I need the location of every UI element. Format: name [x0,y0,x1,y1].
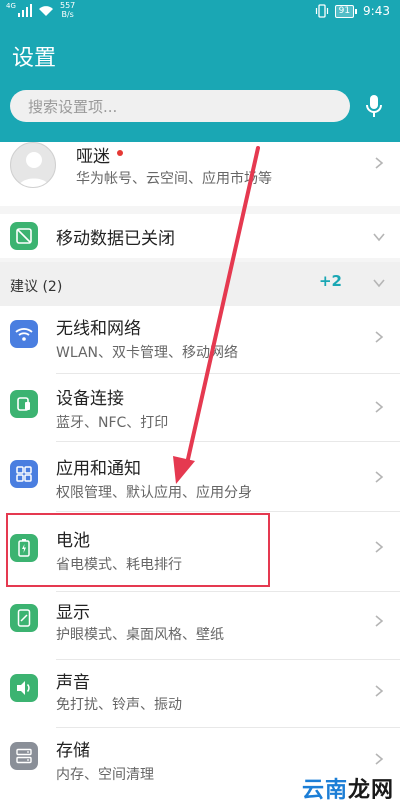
network-speed: 557 B/s [60,1,76,19]
chevron-right-icon [375,615,384,627]
mic-icon[interactable] [362,93,386,119]
account-name: 哑迷 [76,147,110,167]
suggestions-count: +2 [318,272,342,290]
vibrate-icon [315,4,328,18]
item-subtitle: 内存、空间清理 [56,767,154,783]
header: 设置 搜索设置项... [0,24,400,142]
sound-icon [10,674,38,702]
chevron-right-icon [375,157,384,169]
avatar-placeholder-icon [18,152,50,187]
wifi-status-icon [38,6,53,16]
chevron-right-icon [375,541,384,553]
chevron-down-icon [373,279,385,288]
settings-item-device-connection[interactable]: 设备连接 蓝牙、NFC、打印 [0,374,400,442]
watermark-logo: 云南龙网 [301,778,394,803]
notification-dot [117,150,123,156]
item-title: 设备连接 [56,389,124,409]
chevron-right-icon [375,401,384,413]
mobile-data-row[interactable]: 移动数据已关闭 [0,214,400,258]
settings-item-apps-notifications[interactable]: 应用和通知 权限管理、默认应用、应用分身 [0,442,400,512]
item-title: 无线和网络 [56,319,141,339]
storage-icon [10,742,38,770]
chevron-right-icon [375,471,384,483]
battery-icon [10,534,38,562]
clock: 9:43 [363,4,390,18]
suggestions-header[interactable]: 建议 (2) +2 [0,262,400,306]
display-icon [10,604,38,632]
chevron-right-icon [375,685,384,697]
status-bar: 4G 557 B/s 91 9:43 [0,0,400,24]
battery-status-icon: 91 [334,4,358,18]
settings-item-battery[interactable]: 电池 省电模式、耗电排行 [0,512,400,592]
apps-grid-icon [10,460,38,488]
chevron-down-icon [373,233,385,242]
item-subtitle: WLAN、双卡管理、移动网络 [56,345,239,361]
item-title: 存储 [56,741,90,761]
mobile-data-icon [10,222,38,250]
account-subtitle: 华为帐号、云空间、应用市场等 [76,171,272,187]
account-row[interactable]: 哑迷 华为帐号、云空间、应用市场等 [0,142,400,206]
mobile-data-label: 移动数据已关闭 [56,229,175,249]
item-subtitle: 蓝牙、NFC、打印 [56,415,169,431]
item-title: 电池 [56,531,90,551]
search-input[interactable]: 搜索设置项... [10,90,350,122]
settings-item-display[interactable]: 显示 护眼模式、桌面风格、壁纸 [0,592,400,660]
item-title: 显示 [56,603,90,623]
avatar [10,142,56,188]
signal-icon: 4G [6,3,54,17]
item-subtitle: 免打扰、铃声、振动 [56,697,182,713]
item-subtitle: 权限管理、默认应用、应用分身 [56,485,252,501]
device-connect-icon [10,390,38,418]
settings-item-sound[interactable]: 声音 免打扰、铃声、振动 [0,660,400,728]
wifi-icon [10,320,38,348]
item-subtitle: 省电模式、耗电排行 [56,557,182,573]
suggestions-label: 建议 (2) [10,279,63,295]
chevron-right-icon [375,331,384,343]
settings-item-wireless[interactable]: 无线和网络 WLAN、双卡管理、移动网络 [0,306,400,374]
page-title: 设置 [12,46,57,71]
network-type: 4G [6,2,16,10]
item-title: 应用和通知 [56,459,141,479]
item-subtitle: 护眼模式、桌面风格、壁纸 [56,627,224,643]
chevron-right-icon [375,753,384,765]
item-title: 声音 [56,673,90,693]
